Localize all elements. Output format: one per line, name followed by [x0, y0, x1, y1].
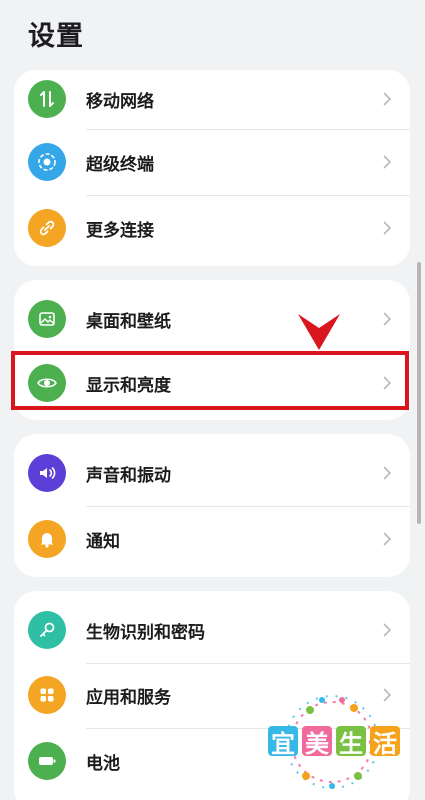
mobile-data-icon: [28, 80, 66, 118]
settings-item-label: 通知: [86, 531, 120, 552]
settings-group-sound-notification: 声音和振动 通知: [14, 434, 410, 577]
chevron-right-icon: [383, 92, 392, 106]
settings-item-sound-vibration[interactable]: 声音和振动: [14, 440, 410, 506]
highlight-box: [11, 351, 409, 410]
settings-item-label: 移动网络: [86, 91, 154, 112]
chevron-right-icon: [383, 312, 392, 326]
key-icon: [28, 611, 66, 649]
settings-item-mobile-network[interactable]: 移动网络: [14, 70, 410, 132]
settings-item-label: 桌面和壁纸: [86, 311, 171, 332]
speaker-icon: [28, 454, 66, 492]
settings-item-label: 超级终端: [86, 154, 154, 175]
wallpaper-icon: [28, 300, 66, 338]
settings-item-more-connections[interactable]: 更多连接: [14, 195, 410, 261]
settings-item-label: 应用和服务: [86, 687, 171, 708]
settings-item-label: 电池: [86, 753, 120, 774]
watermark-char: 宜: [268, 726, 298, 758]
settings-item-label: 生物识别和密码: [86, 622, 205, 643]
settings-item-biometrics-password[interactable]: 生物识别和密码: [14, 597, 410, 663]
chevron-right-icon: [383, 532, 392, 546]
super-device-icon: [28, 143, 66, 181]
link-icon: [28, 209, 66, 247]
chevron-right-icon: [383, 623, 392, 637]
settings-item-super-device[interactable]: 超级终端: [14, 129, 410, 195]
watermark-char: 活: [370, 726, 400, 758]
watermark-char: 美: [302, 726, 332, 758]
scrollbar[interactable]: [417, 262, 421, 524]
watermark-char: 生: [336, 726, 366, 758]
chevron-right-icon: [383, 466, 392, 480]
bell-icon: [28, 520, 66, 558]
settings-item-notifications[interactable]: 通知: [14, 506, 410, 572]
battery-icon: [28, 742, 66, 780]
settings-group-connectivity: 移动网络 超级终端 更多连接: [14, 70, 410, 266]
settings-item-label: 更多连接: [86, 220, 154, 241]
chevron-right-icon: [383, 221, 392, 235]
settings-item-desktop-wallpaper[interactable]: 桌面和壁纸: [14, 286, 410, 352]
chevron-right-icon: [383, 155, 392, 169]
apps-grid-icon: [28, 676, 66, 714]
page-title: 设置: [28, 21, 84, 52]
watermark-logo: 宜 美 生 活: [262, 692, 402, 792]
settings-item-label: 声音和振动: [86, 465, 171, 486]
arrow-down-icon: [298, 314, 340, 350]
